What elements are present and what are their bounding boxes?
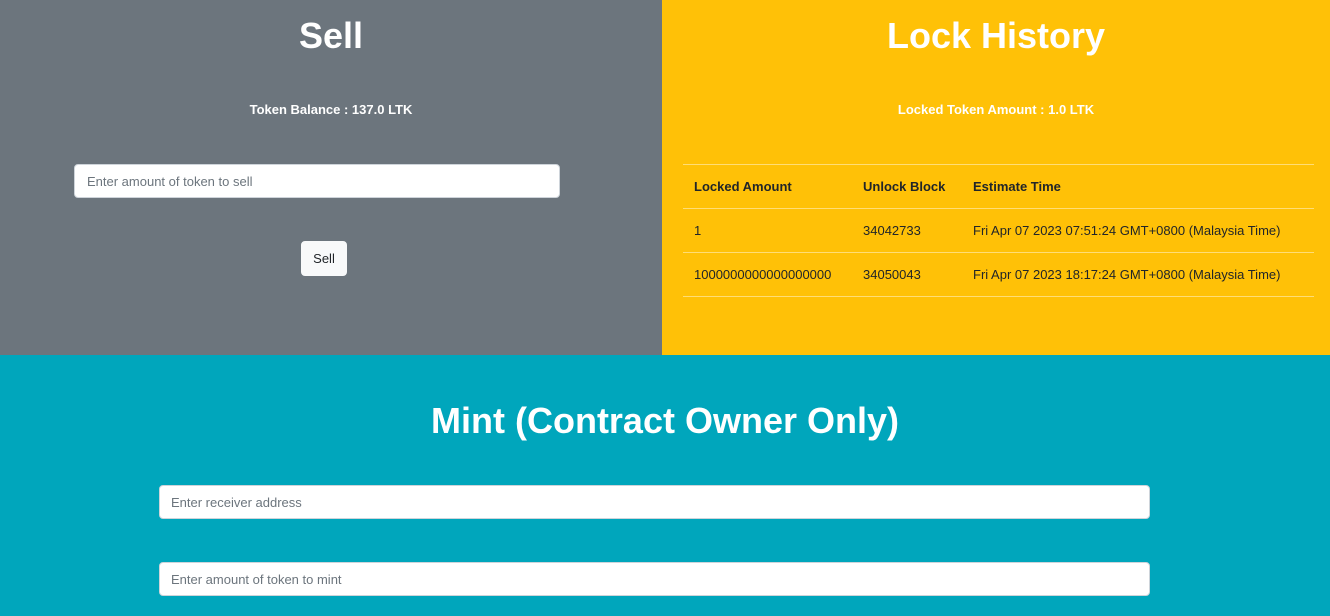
sell-button[interactable]: Sell: [301, 241, 347, 276]
mint-panel: Mint (Contract Owner Only): [0, 355, 1330, 616]
sell-panel: Sell Token Balance : 137.0 LTK Sell: [0, 0, 662, 355]
cell-locked-amount: 1000000000000000000: [683, 252, 852, 297]
column-header-unlock-block: Unlock Block: [852, 164, 962, 209]
receiver-address-input[interactable]: [159, 485, 1150, 519]
cell-estimate-time: Fri Apr 07 2023 18:17:24 GMT+0800 (Malay…: [962, 252, 1314, 297]
lock-history-title: Lock History: [886, 15, 1106, 56]
token-balance: Token Balance : 137.0 LTK: [249, 102, 413, 117]
column-header-locked-amount: Locked Amount: [683, 164, 852, 209]
lock-history-table: Locked Amount Unlock Block Estimate Time…: [683, 164, 1314, 297]
cell-unlock-block: 34050043: [852, 252, 962, 297]
table-row: 1000000000000000000 34050043 Fri Apr 07 …: [683, 252, 1314, 297]
table-header-row: Locked Amount Unlock Block Estimate Time: [683, 164, 1314, 209]
cell-unlock-block: 34042733: [852, 208, 962, 253]
cell-estimate-time: Fri Apr 07 2023 07:51:24 GMT+0800 (Malay…: [962, 208, 1314, 253]
sell-amount-input[interactable]: [74, 164, 560, 198]
table-row: 1 34042733 Fri Apr 07 2023 07:51:24 GMT+…: [683, 208, 1314, 253]
lock-history-panel: Lock History Locked Token Amount : 1.0 L…: [662, 0, 1330, 355]
mint-title: Mint (Contract Owner Only): [431, 400, 899, 441]
cell-locked-amount: 1: [683, 208, 852, 253]
sell-title: Sell: [298, 15, 364, 56]
locked-token-amount: Locked Token Amount : 1.0 LTK: [897, 102, 1095, 117]
column-header-estimate-time: Estimate Time: [962, 164, 1314, 209]
mint-amount-input[interactable]: [159, 562, 1150, 596]
